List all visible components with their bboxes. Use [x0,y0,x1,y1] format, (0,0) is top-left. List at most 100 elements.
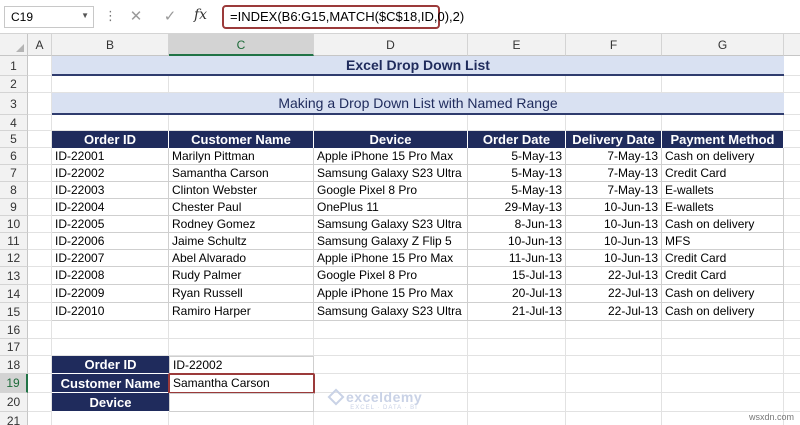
table-cell[interactable]: 21-Jul-13 [468,303,566,321]
device-cell[interactable] [169,393,314,412]
table-cell[interactable]: Rodney Gomez [169,216,314,233]
table-cell[interactable]: ID-22005 [52,216,169,233]
row-header-17[interactable]: 17 [0,339,28,356]
table-cell[interactable]: Apple iPhone 15 Pro Max [314,148,468,165]
table-cell[interactable]: ID-22002 [52,165,169,182]
table-cell[interactable]: 29-May-13 [468,199,566,216]
table-cell[interactable]: Samsung Galaxy S23 Ultra [314,303,468,321]
table-cell[interactable]: ID-22003 [52,182,169,199]
table-cell[interactable]: 20-Jul-13 [468,285,566,303]
row-header-21[interactable]: 21 [0,412,28,425]
row-header-4[interactable]: 4 [0,115,28,131]
insert-function-button[interactable]: fx [194,7,207,23]
table-cell[interactable]: ID-22006 [52,233,169,250]
row-header-16[interactable]: 16 [0,321,28,339]
row-header-11[interactable]: 11 [0,233,28,250]
table-cell[interactable]: 10-Jun-13 [566,233,662,250]
row-header-7[interactable]: 7 [0,165,28,182]
row-header-13[interactable]: 13 [0,267,28,285]
table-cell[interactable]: Google Pixel 8 Pro [314,182,468,199]
table-cell[interactable]: Cash on delivery [662,303,784,321]
table-cell[interactable]: 22-Jul-13 [566,285,662,303]
table-cell[interactable]: Credit Card [662,165,784,182]
table-cell[interactable]: 8-Jun-13 [468,216,566,233]
table-cell[interactable]: ID-22009 [52,285,169,303]
table-cell[interactable]: 5-May-13 [468,148,566,165]
row-header-2[interactable]: 2 [0,76,28,93]
row-header-14[interactable]: 14 [0,285,28,303]
table-cell[interactable]: Credit Card [662,267,784,285]
table-cell[interactable]: Apple iPhone 15 Pro Max [314,285,468,303]
table-cell[interactable]: Samantha Carson [169,165,314,182]
table-cell[interactable]: Samsung Galaxy Z Flip 5 [314,233,468,250]
row-header-8[interactable]: 8 [0,182,28,199]
table-cell[interactable]: ID-22004 [52,199,169,216]
table-cell[interactable]: Cash on delivery [662,216,784,233]
row-header-12[interactable]: 12 [0,250,28,267]
table-cell[interactable]: Chester Paul [169,199,314,216]
table-cell[interactable]: OnePlus 11 [314,199,468,216]
table-cell[interactable]: 7-May-13 [566,148,662,165]
table-cell[interactable]: E-wallets [662,199,784,216]
enter-icon[interactable]: ✓ [160,7,180,25]
formula-input[interactable]: =INDEX(B6:G15,MATCH($C$18,ID,0),2) [222,5,464,29]
table-cell[interactable]: 11-Jun-13 [468,250,566,267]
row-header-19[interactable]: 19 [0,374,28,393]
column-header-a[interactable]: A [28,34,52,56]
chevron-down-icon[interactable]: ▼ [81,11,89,20]
table-cell[interactable]: 10-Jun-13 [468,233,566,250]
table-cell[interactable]: 7-May-13 [566,182,662,199]
table-cell[interactable]: MFS [662,233,784,250]
select-all-button[interactable] [0,34,28,56]
table-cell[interactable]: Ryan Russell [169,285,314,303]
table-cell[interactable]: 22-Jul-13 [566,267,662,285]
column-header-b[interactable]: B [52,34,169,56]
device-label: Device [52,393,169,412]
table-cell[interactable]: Clinton Webster [169,182,314,199]
table-cell[interactable]: ID-22001 [52,148,169,165]
table-cell[interactable]: Cash on delivery [662,285,784,303]
row-header-9[interactable]: 9 [0,199,28,216]
cancel-icon[interactable]: ✕ [126,7,146,25]
more-options-icon[interactable]: ⋮ [104,8,118,24]
column-header-f[interactable]: F [566,34,662,56]
row-header-5[interactable]: 5 [0,131,28,148]
table-cell[interactable]: Ramiro Harper [169,303,314,321]
row-header-1[interactable]: 1 [0,56,28,76]
column-header-c[interactable]: C [169,34,314,56]
row-header-3[interactable]: 3 [0,93,28,115]
table-cell[interactable]: E-wallets [662,182,784,199]
row-header-20[interactable]: 20 [0,393,28,412]
table-cell[interactable]: 10-Jun-13 [566,216,662,233]
column-header-e[interactable]: E [468,34,566,56]
row-header-10[interactable]: 10 [0,216,28,233]
table-cell[interactable]: 7-May-13 [566,165,662,182]
column-header-h[interactable] [784,34,800,56]
table-cell[interactable]: ID-22008 [52,267,169,285]
table-cell[interactable]: 22-Jul-13 [566,303,662,321]
table-cell[interactable]: 5-May-13 [468,182,566,199]
row-header-18[interactable]: 18 [0,356,28,374]
order-id-dropdown[interactable]: ID-22002 [169,356,314,374]
table-cell[interactable]: Samsung Galaxy S23 Ultra [314,165,468,182]
column-header-d[interactable]: D [314,34,468,56]
table-cell[interactable]: Google Pixel 8 Pro [314,267,468,285]
table-cell[interactable]: 5-May-13 [468,165,566,182]
table-cell[interactable]: 10-Jun-13 [566,199,662,216]
table-cell[interactable]: Credit Card [662,250,784,267]
table-cell[interactable]: Abel Alvarado [169,250,314,267]
column-header-g[interactable]: G [662,34,784,56]
table-cell[interactable]: ID-22007 [52,250,169,267]
table-cell[interactable]: 15-Jul-13 [468,267,566,285]
row-header-6[interactable]: 6 [0,148,28,165]
table-cell[interactable]: 10-Jun-13 [566,250,662,267]
table-cell[interactable]: ID-22010 [52,303,169,321]
table-cell[interactable]: Cash on delivery [662,148,784,165]
row-header-15[interactable]: 15 [0,303,28,321]
table-cell[interactable]: Apple iPhone 15 Pro Max [314,250,468,267]
table-cell[interactable]: Jaime Schultz [169,233,314,250]
name-box[interactable]: C19 ▼ [4,6,94,28]
table-cell[interactable]: Samsung Galaxy S23 Ultra [314,216,468,233]
table-cell[interactable]: Rudy Palmer [169,267,314,285]
table-cell[interactable]: Marilyn Pittman [169,148,314,165]
